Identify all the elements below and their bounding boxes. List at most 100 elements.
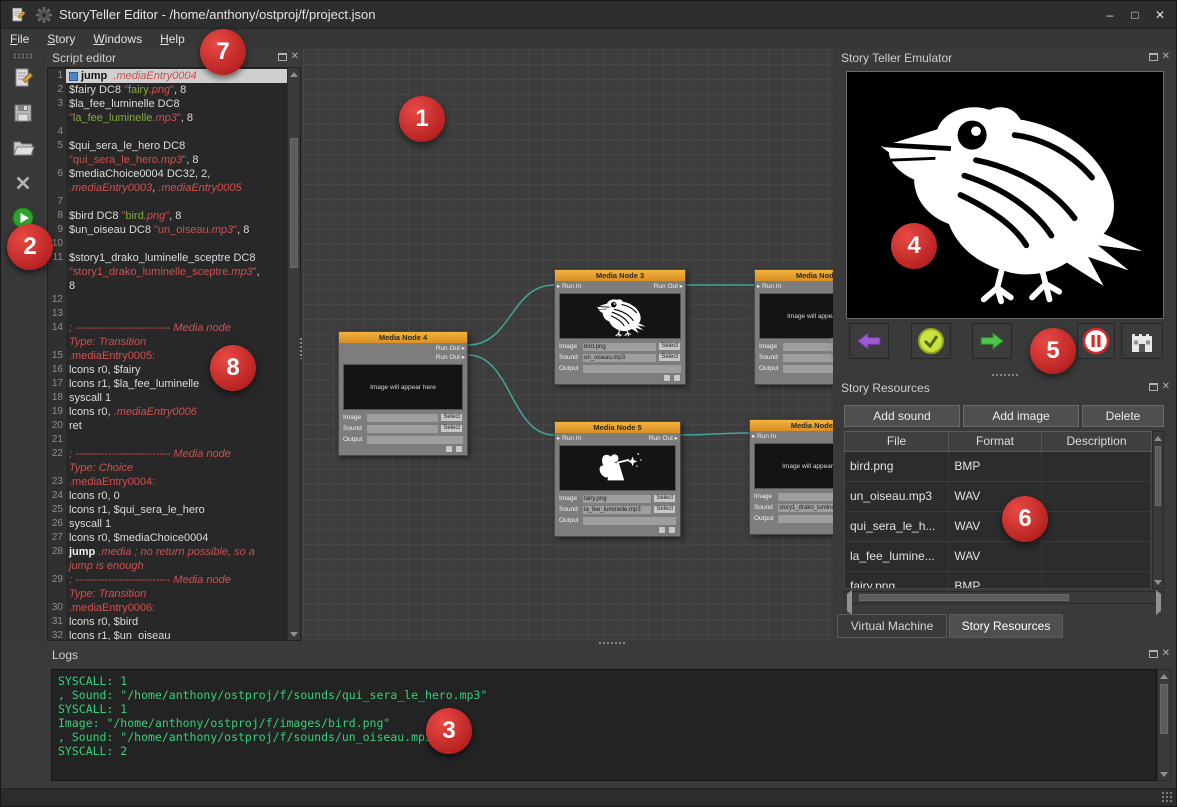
editor-line[interactable]: 26syscall 1: [48, 517, 287, 531]
field-value[interactable]: story1_drako_luminelle_sceptre.mp3: [778, 504, 833, 512]
editor-line[interactable]: Type: Transition: [48, 335, 287, 349]
node-mini-button[interactable]: [658, 526, 666, 534]
editor-line[interactable]: 22; -------------------------- Media nod…: [48, 447, 287, 461]
editor-line[interactable]: 12: [48, 293, 287, 307]
save-button[interactable]: [9, 101, 37, 129]
editor-line[interactable]: "story1_drako_luminelle_sceptre.mp3",: [48, 265, 287, 279]
editor-line[interactable]: 23.mediaEntry0004:: [48, 475, 287, 489]
close-panel-icon[interactable]: ✕: [1162, 649, 1170, 659]
field-value[interactable]: [583, 517, 676, 525]
scroll-up-icon[interactable]: [1153, 432, 1163, 444]
add-sound-button[interactable]: Add sound: [844, 405, 960, 427]
resize-grip-icon[interactable]: [1161, 791, 1173, 803]
run-out-port[interactable]: Run Out ▸: [649, 434, 678, 443]
run-in-port[interactable]: ▸ Run In: [757, 282, 781, 291]
field-value[interactable]: la_fee_luminelle.mp3: [583, 506, 651, 514]
splitter-handle[interactable]: [598, 641, 626, 646]
editor-line[interactable]: 13: [48, 307, 287, 321]
editor-line[interactable]: 27lcons r0, $mediaChoice0004: [48, 531, 287, 545]
description-cell[interactable]: [1042, 572, 1151, 589]
editor-line[interactable]: .mediaEntry0003, .mediaEntry0005: [48, 181, 287, 195]
node-title[interactable]: Media Node 7: [750, 420, 833, 431]
emulator-forward-button[interactable]: [972, 323, 1012, 359]
maximize-button[interactable]: □: [1123, 4, 1147, 26]
format-cell[interactable]: BMP: [949, 572, 1041, 589]
run-in-port[interactable]: ▸ Run In: [557, 282, 581, 291]
field-value[interactable]: [367, 414, 438, 422]
float-panel-icon[interactable]: [1149, 383, 1158, 391]
editor-line[interactable]: 30.mediaEntry0006:: [48, 601, 287, 615]
scroll-right-icon[interactable]: [1156, 594, 1161, 612]
editor-line[interactable]: 4: [48, 125, 287, 139]
format-cell[interactable]: WAV: [949, 542, 1041, 571]
editor-line[interactable]: 18syscall 1: [48, 391, 287, 405]
editor-line[interactable]: 29; -------------------------- Media nod…: [48, 573, 287, 587]
emulator-pause-button[interactable]: [1077, 323, 1115, 359]
file-cell[interactable]: un_oiseau.mp3: [845, 482, 949, 511]
editor-line[interactable]: 32lcons r1, $un_oiseau: [48, 629, 287, 640]
media-node[interactable]: Media Node 3▸ Run InRun Out ▸Imagebird.p…: [554, 269, 686, 385]
close-panel-icon[interactable]: ✕: [1162, 52, 1170, 62]
close-button[interactable]: ✕: [1148, 4, 1172, 26]
select-button[interactable]: Select: [440, 424, 463, 433]
table-row[interactable]: fairy.pngBMP: [845, 572, 1151, 589]
close-panel-icon[interactable]: ✕: [1162, 382, 1170, 392]
media-node[interactable]: Media Node 4Run Out ▸Run Out ▸Image will…: [338, 331, 468, 456]
media-node[interactable]: Media Node 7▸ Run InRun Out ▸Image will …: [749, 419, 833, 535]
menu-file[interactable]: File: [1, 29, 38, 49]
select-button[interactable]: Select: [653, 505, 676, 514]
node-mini-button[interactable]: [445, 445, 453, 453]
editor-line[interactable]: 2$fairy DC8 "fairy.png", 8: [48, 83, 287, 97]
editor-line[interactable]: 24lcons r0, 0: [48, 489, 287, 503]
editor-line[interactable]: 25lcons r1, $qui_sera_le_hero: [48, 503, 287, 517]
file-cell[interactable]: qui_sera_le_h...: [845, 512, 949, 541]
editor-line[interactable]: 10: [48, 237, 287, 251]
field-value[interactable]: bird.png: [583, 343, 656, 351]
editor-line[interactable]: 7: [48, 195, 287, 209]
editor-line[interactable]: 20ret: [48, 419, 287, 433]
node-graph-canvas[interactable]: Media Node 4Run Out ▸Run Out ▸Image will…: [303, 49, 833, 641]
tab-virtual-machine[interactable]: Virtual Machine: [837, 614, 947, 638]
editor-line[interactable]: Type: Transition: [48, 587, 287, 601]
editor-line[interactable]: "qui_sera_le_hero.mp3", 8: [48, 153, 287, 167]
table-row[interactable]: un_oiseau.mp3WAV: [845, 482, 1151, 512]
column-header-description[interactable]: Description: [1042, 431, 1152, 452]
editor-line[interactable]: 8$bird DC8 "bird.png", 8: [48, 209, 287, 223]
description-cell[interactable]: [1042, 452, 1151, 481]
editor-line[interactable]: 3$la_fee_luminelle DC8: [48, 97, 287, 111]
editor-line[interactable]: jump is enough: [48, 559, 287, 573]
editor-line[interactable]: 31lcons r0, $bird: [48, 615, 287, 629]
scroll-up-icon[interactable]: [1158, 670, 1170, 682]
field-value[interactable]: [778, 493, 833, 501]
emulator-home-button[interactable]: [1121, 323, 1163, 359]
splitter-handle[interactable]: [991, 373, 1019, 378]
delete-button[interactable]: Delete: [1082, 405, 1164, 427]
logs-output[interactable]: SYSCALL: 1, Sound: "/home/anthony/ostpro…: [51, 669, 1157, 781]
editor-line[interactable]: 8: [48, 279, 287, 293]
scroll-down-icon[interactable]: [1158, 768, 1170, 780]
table-row[interactable]: qui_sera_le_h...WAV: [845, 512, 1151, 542]
add-image-button[interactable]: Add image: [963, 405, 1079, 427]
script-editor[interactable]: 1jump .mediaEntry00042$fairy DC8 "fairy.…: [47, 67, 301, 641]
scrollbar-thumb[interactable]: [859, 594, 1069, 601]
select-button[interactable]: Select: [658, 353, 681, 362]
emulator-ok-button[interactable]: [911, 323, 951, 359]
node-title[interactable]: Media Node 4: [339, 332, 467, 343]
table-row[interactable]: la_fee_lumine...WAV: [845, 542, 1151, 572]
close-panel-icon[interactable]: ✕: [291, 52, 299, 62]
field-value[interactable]: fairy.png: [583, 495, 651, 503]
editor-line[interactable]: 28jump .media ; no return possible, so a: [48, 545, 287, 559]
minimize-button[interactable]: –: [1098, 4, 1122, 26]
field-value[interactable]: [783, 354, 833, 362]
scroll-left-icon[interactable]: [847, 594, 852, 612]
resources-horizontal-scrollbar[interactable]: [844, 591, 1164, 604]
editor-line[interactable]: Type: Choice: [48, 461, 287, 475]
file-cell[interactable]: bird.png: [845, 452, 949, 481]
file-cell[interactable]: fairy.png: [845, 572, 949, 589]
scroll-down-icon[interactable]: [1153, 576, 1163, 588]
float-panel-icon[interactable]: [1149, 53, 1158, 61]
float-panel-icon[interactable]: [1149, 650, 1158, 658]
emulator-back-button[interactable]: [849, 323, 889, 359]
field-value[interactable]: [367, 425, 438, 433]
table-row[interactable]: bird.pngBMP: [845, 452, 1151, 482]
